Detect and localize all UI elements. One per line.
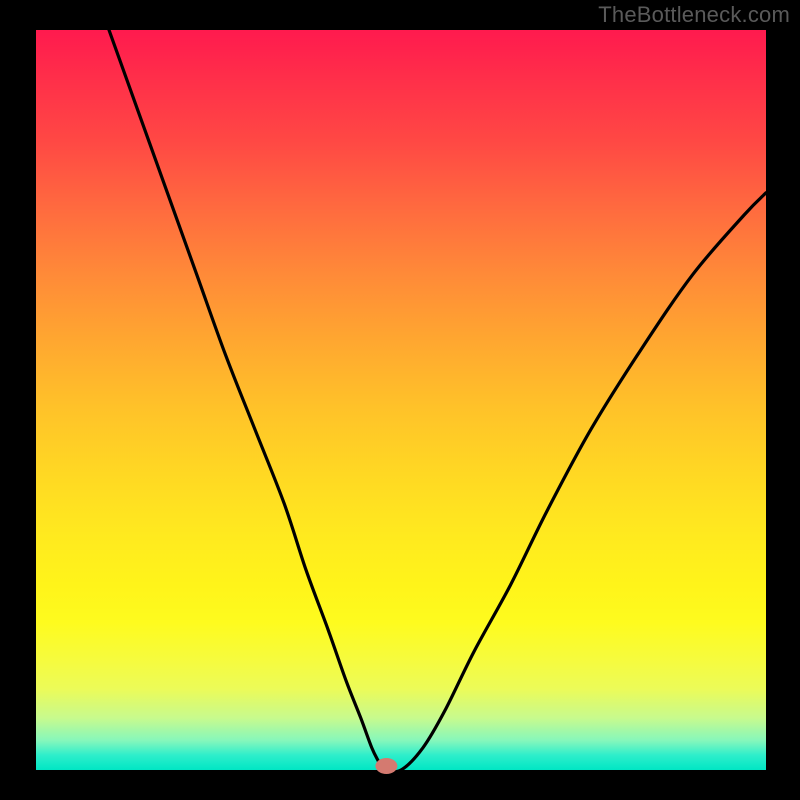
bottleneck-curve-path [109, 30, 766, 772]
chart-frame: TheBottleneck.com [0, 0, 800, 800]
plot-area [36, 30, 766, 770]
watermark-text: TheBottleneck.com [598, 2, 790, 28]
curve-svg [36, 30, 766, 770]
curve-marker [375, 758, 397, 774]
